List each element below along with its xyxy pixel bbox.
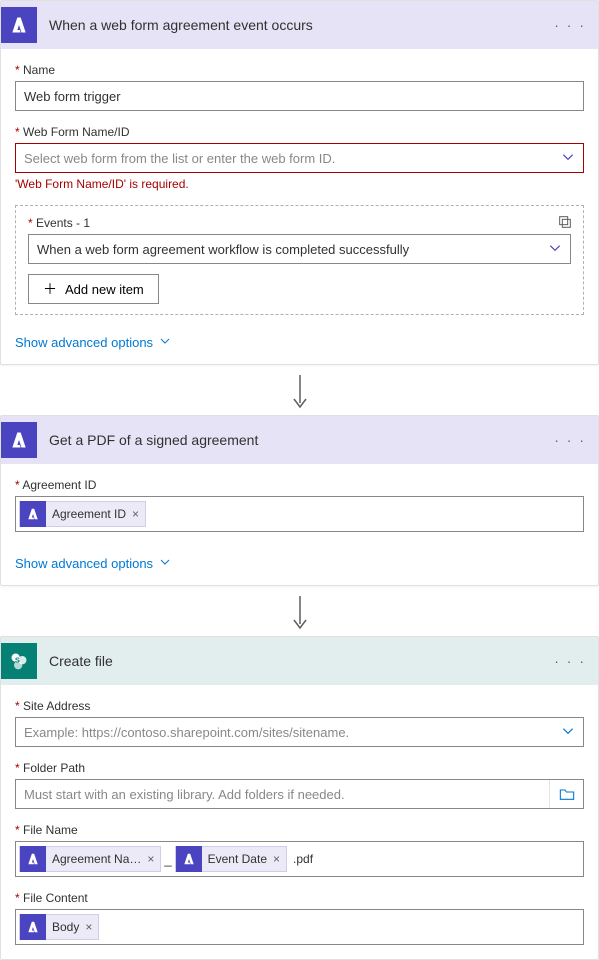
arrow-connector bbox=[0, 365, 599, 415]
field-folder-path: Folder Path Must start with an existing … bbox=[15, 761, 584, 809]
events-group: Events - 1 When a web form agreement wor… bbox=[15, 205, 584, 315]
chevron-down-icon bbox=[548, 241, 562, 258]
chevron-down-icon bbox=[159, 335, 171, 350]
step2-body: Agreement ID Agreement ID × bbox=[1, 464, 598, 546]
field-site-address: Site Address Example: https://contoso.sh… bbox=[15, 699, 584, 747]
token-remove-icon[interactable]: × bbox=[85, 920, 92, 934]
events-dropdown[interactable]: When a web form agreement workflow is co… bbox=[28, 234, 571, 264]
adobe-icon bbox=[176, 846, 202, 872]
folder-path-label: Folder Path bbox=[15, 761, 584, 775]
step-create-file: S Create file · · · Site Address Example… bbox=[0, 636, 599, 960]
adobe-icon bbox=[1, 7, 37, 43]
separator-text: _ bbox=[163, 852, 172, 867]
copy-icon[interactable] bbox=[557, 214, 573, 233]
webform-dropdown[interactable]: Select web form from the list or enter t… bbox=[15, 143, 584, 173]
step3-header[interactable]: S Create file · · · bbox=[1, 637, 598, 685]
step1-title: When a web form agreement event occurs bbox=[49, 17, 542, 33]
step-when-webform-event: When a web form agreement event occurs ·… bbox=[0, 0, 599, 365]
field-agreement-id: Agreement ID Agreement ID × bbox=[15, 478, 584, 532]
step1-more-icon[interactable]: · · · bbox=[554, 17, 586, 33]
token-body[interactable]: Body × bbox=[19, 914, 99, 940]
file-content-label: File Content bbox=[15, 891, 584, 905]
field-events: Events - 1 When a web form agreement wor… bbox=[28, 216, 571, 264]
step3-body: Site Address Example: https://contoso.sh… bbox=[1, 685, 598, 959]
svg-text:S: S bbox=[15, 656, 20, 665]
name-input[interactable]: Web form trigger bbox=[15, 81, 584, 111]
field-file-name: File Name Agreement Na… × _ Event Date × bbox=[15, 823, 584, 877]
step1-body: Name Web form trigger Web Form Name/ID S… bbox=[1, 49, 598, 325]
token-remove-icon[interactable]: × bbox=[147, 852, 154, 866]
adobe-icon bbox=[20, 846, 46, 872]
step2-more-icon[interactable]: · · · bbox=[554, 432, 586, 448]
folder-path-input[interactable]: Must start with an existing library. Add… bbox=[15, 779, 584, 809]
webform-error-text: 'Web Form Name/ID' is required. bbox=[15, 177, 584, 191]
file-name-input[interactable]: Agreement Na… × _ Event Date × .pdf bbox=[15, 841, 584, 877]
adobe-icon bbox=[1, 422, 37, 458]
chevron-down-icon bbox=[561, 724, 575, 741]
step1-header[interactable]: When a web form agreement event occurs ·… bbox=[1, 1, 598, 49]
field-file-content: File Content Body × bbox=[15, 891, 584, 945]
field-webform: Web Form Name/ID Select web form from th… bbox=[15, 125, 584, 191]
file-extension-text: .pdf bbox=[293, 852, 313, 866]
name-label: Name bbox=[15, 63, 584, 77]
file-content-input[interactable]: Body × bbox=[15, 909, 584, 945]
chevron-down-icon bbox=[561, 150, 575, 167]
token-agreement-name[interactable]: Agreement Na… × bbox=[19, 846, 161, 872]
plus-icon: ＋ bbox=[43, 282, 57, 296]
token-remove-icon[interactable]: × bbox=[273, 852, 280, 866]
events-label: Events - 1 bbox=[28, 216, 571, 230]
token-event-date[interactable]: Event Date × bbox=[175, 846, 287, 872]
adobe-icon bbox=[20, 914, 46, 940]
step2-header[interactable]: Get a PDF of a signed agreement · · · bbox=[1, 416, 598, 464]
step3-title: Create file bbox=[49, 653, 542, 669]
show-advanced-link[interactable]: Show advanced options bbox=[1, 325, 185, 364]
field-name: Name Web form trigger bbox=[15, 63, 584, 111]
file-name-label: File Name bbox=[15, 823, 584, 837]
arrow-connector bbox=[0, 586, 599, 636]
step2-title: Get a PDF of a signed agreement bbox=[49, 432, 542, 448]
site-address-dropdown[interactable]: Example: https://contoso.sharepoint.com/… bbox=[15, 717, 584, 747]
agreement-id-label: Agreement ID bbox=[15, 478, 584, 492]
webform-label: Web Form Name/ID bbox=[15, 125, 584, 139]
adobe-icon bbox=[20, 501, 46, 527]
folder-picker-button[interactable] bbox=[549, 780, 583, 808]
token-remove-icon[interactable]: × bbox=[132, 507, 139, 521]
step-get-pdf: Get a PDF of a signed agreement · · · Ag… bbox=[0, 415, 599, 586]
token-agreement-id[interactable]: Agreement ID × bbox=[19, 501, 146, 527]
sharepoint-icon: S bbox=[1, 643, 37, 679]
step3-more-icon[interactable]: · · · bbox=[554, 653, 586, 669]
chevron-down-icon bbox=[159, 556, 171, 571]
show-advanced-link[interactable]: Show advanced options bbox=[1, 546, 185, 585]
agreement-id-input[interactable]: Agreement ID × bbox=[15, 496, 584, 532]
add-item-button[interactable]: ＋ Add new item bbox=[28, 274, 159, 304]
site-address-label: Site Address bbox=[15, 699, 584, 713]
